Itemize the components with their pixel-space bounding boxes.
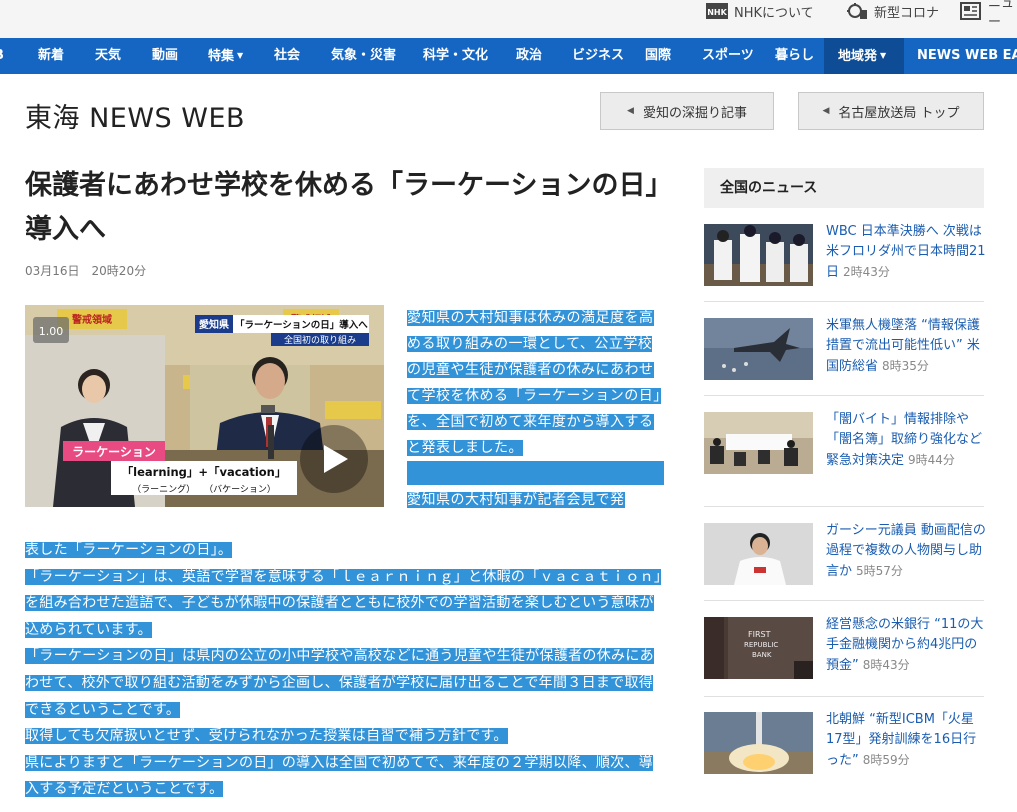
nav-edge-fragment: B xyxy=(0,38,6,74)
article-date: 03月16日 20時20分 xyxy=(25,264,147,278)
news-thumbnail[interactable] xyxy=(704,523,813,585)
sidebar-heading: 全国のニュース xyxy=(704,168,984,208)
caret-down-icon: ▼ xyxy=(880,51,887,60)
photo-caption-start: 愛知県の大村知事が記者会見で発 xyxy=(407,492,625,508)
divider xyxy=(704,600,984,601)
sidebar-news-item[interactable]: ガーシー元議員 動画配信の過程で複数の人物関与し助言か 5時57分 xyxy=(704,523,986,623)
caption-main: 「ラーケーションの日」導入へ xyxy=(235,319,368,331)
nav-item-science[interactable]: 科学・文化 xyxy=(423,38,488,74)
news-time: 8時59分 xyxy=(862,753,910,767)
news-thumbnail[interactable] xyxy=(704,224,813,286)
article-lead: 愛知県の大村知事は休みの満足度を高める取り組みの一環として、公立学校の児童や生徒… xyxy=(407,305,664,513)
site-brand[interactable]: 東海 NEWS WEB xyxy=(25,96,245,135)
virus-icon xyxy=(846,2,868,20)
video-frame: 警戒領域 警戒領域 1.00 愛知県 「ラーケーションの日」導入へ 全国初の取り… xyxy=(25,305,384,507)
news-thumbnail[interactable] xyxy=(704,318,813,380)
nav-item-regional[interactable]: 地域発 ▼ xyxy=(824,38,904,74)
nav-item-features[interactable]: 特集 ▼ xyxy=(208,38,243,74)
caret-down-icon: ▼ xyxy=(237,51,244,60)
news-link[interactable]: ニュー xyxy=(960,0,1017,30)
body-paragraph: 表した「ラーケーションの日」。 xyxy=(25,542,233,558)
speed-readout: 1.00 xyxy=(39,325,64,338)
deep-dive-label: 愛知の深掘り記事 xyxy=(642,105,747,121)
video-label-reading: （ラーニング） （バケーション） xyxy=(132,483,276,495)
lead-paragraph: 愛知県の大村知事は休みの満足度を高める取り組みの一環として、公立学校の児童や生徒… xyxy=(407,310,661,456)
nav-item-regional-label: 地域発 xyxy=(838,49,878,64)
station-top-button[interactable]: ◀ 名古屋放送局 トップ xyxy=(798,92,984,130)
body-paragraph: 「ラーケーションの日」は県内の公立の小中学校や高校などに通う児童や生徒が保護者の… xyxy=(25,648,654,718)
body-paragraph: 県によりますと「ラーケーションの日」の導入は全国で初めてで、来年度の２学期以降、… xyxy=(25,754,654,798)
nav-item-politics[interactable]: 政治 xyxy=(516,38,542,74)
nhk-logo-icon: NHK xyxy=(706,2,728,20)
selected-blank-line xyxy=(407,461,664,485)
video-player[interactable]: 警戒領域 警戒領域 1.00 愛知県 「ラーケーションの日」導入へ 全国初の取り… xyxy=(25,305,384,507)
newspaper-icon xyxy=(960,2,982,20)
sidebar-news-item[interactable]: WBC 日本準決勝へ 次戦は米フロリダ州で日本時間21日 2時43分 xyxy=(704,224,986,324)
news-time: 5時57分 xyxy=(856,564,903,578)
svg-text:NHK: NHK xyxy=(707,8,727,17)
news-title[interactable]: ガーシー元議員 動画配信の過程で複数の人物関与し助言か xyxy=(826,523,986,579)
nav-item-international[interactable]: 国際 xyxy=(645,38,671,74)
nav-item-disaster[interactable]: 気象・災害 xyxy=(331,38,396,74)
nav-item-weather[interactable]: 天気 xyxy=(95,38,121,74)
news-time: 8時43分 xyxy=(862,658,910,672)
nav-item-society[interactable]: 社会 xyxy=(274,38,300,74)
corona-label: 新型コロナ xyxy=(874,5,940,21)
nav-item-sports[interactable]: スポーツ xyxy=(702,38,754,74)
nhk-about-link[interactable]: NHK NHKについて xyxy=(706,0,814,22)
global-nav: B 新着 天気 動画 特集▼ 社会 気象・災害 科学・文化 政治 ビジネス 国際… xyxy=(0,38,1017,74)
news-time: 2時43分 xyxy=(843,265,890,279)
triangle-left-icon: ◀ xyxy=(822,106,830,116)
nav-item-video[interactable]: 動画 xyxy=(152,38,178,74)
news-thumbnail[interactable]: FIRST REPUBLIC BANK xyxy=(704,617,813,679)
caption-pref: 愛知県 xyxy=(199,318,229,331)
video-label-formula: 「learning」+「vacation」 xyxy=(122,465,287,479)
nhk-about-label: NHKについて xyxy=(734,5,814,21)
divider xyxy=(704,696,984,697)
article-title: 保護者にあわせ学校を休める「ラーケーションの日」導入へ xyxy=(25,170,673,245)
news-title[interactable]: 「闇バイト」情報排除や「闇名簿」取締り強化など緊急対策決定 xyxy=(826,412,982,468)
corona-link[interactable]: 新型コロナ xyxy=(846,0,939,22)
nav-item-easy[interactable]: NEWS WEB EASY xyxy=(917,38,1017,74)
sidebar-news-item[interactable]: 米軍無人機墜落 “情報保護措置で流出可能性低い” 米国防総省 8時35分 xyxy=(704,318,984,418)
divider xyxy=(704,395,984,396)
video-label-word: ラーケーション xyxy=(72,445,156,459)
divider xyxy=(704,301,984,302)
deep-dive-button[interactable]: ◀ 愛知の深掘り記事 xyxy=(600,92,774,130)
article-body: 表した「ラーケーションの日」。 「ラーケーション」は、英語で学習を意味する「ｌｅ… xyxy=(25,537,665,803)
nav-item-business[interactable]: ビジネス xyxy=(572,38,624,74)
sidebar-news-item[interactable]: 「闇バイト」情報排除や「闇名簿」取締り強化など緊急対策決定 9時44分 xyxy=(704,412,984,512)
nav-item-life[interactable]: 暮らし xyxy=(775,38,814,74)
utility-bar: NHK NHKについて 新型コロナ ニュー xyxy=(0,0,1017,38)
news-label: ニュー xyxy=(988,0,1015,30)
station-top-label: 名古屋放送局 トップ xyxy=(838,105,960,121)
news-thumbnail[interactable] xyxy=(704,712,813,774)
svg-text:FIRST: FIRST xyxy=(748,630,771,639)
divider xyxy=(704,506,984,507)
svg-text:REPUBLIC: REPUBLIC xyxy=(744,641,778,649)
news-time: 9時44分 xyxy=(908,453,955,467)
body-paragraph: 取得しても欠席扱いとせず、受けられなかった授業は自習で補う方針です。 xyxy=(25,728,508,745)
news-thumbnail[interactable] xyxy=(704,412,813,474)
sidebar-news-item[interactable]: 北朝鮮 “新型ICBM「火星17型」発射訓練を16日行った” 8時59分 xyxy=(704,712,984,812)
nav-item-new[interactable]: 新着 xyxy=(38,38,64,74)
news-time: 8時35分 xyxy=(882,359,929,373)
svg-text:警戒領域: 警戒領域 xyxy=(71,313,112,326)
nav-item-features-label: 特集 xyxy=(208,49,235,64)
svg-text:BANK: BANK xyxy=(752,651,772,659)
triangle-left-icon: ◀ xyxy=(627,106,634,116)
body-paragraph: 「ラーケーション」は、英語で学習を意味する「ｌｅａｒｎｉｎｇ」と休暇の「ｖａｃａ… xyxy=(25,568,662,638)
sidebar-news-item[interactable]: FIRST REPUBLIC BANK 経営懸念の米銀行 “11の大手金融機関から約… xyxy=(704,617,984,717)
caption-sub: 全国初の取り組み xyxy=(284,334,356,346)
